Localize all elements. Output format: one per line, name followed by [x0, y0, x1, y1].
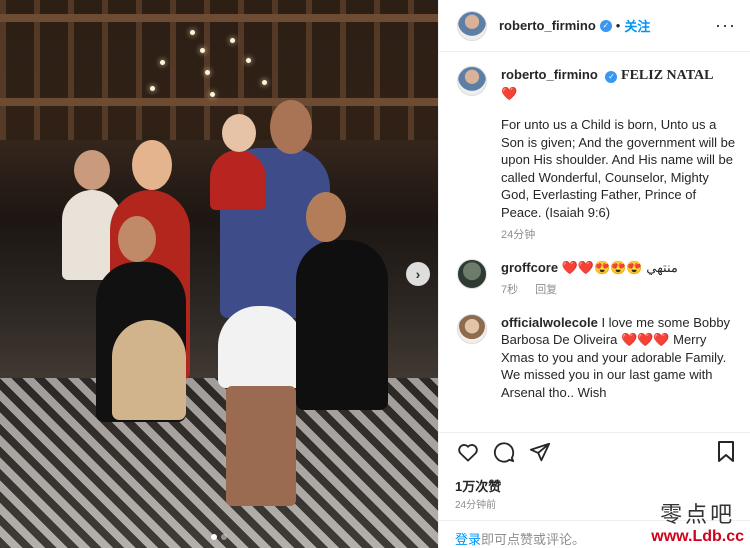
comment-list[interactable]: roberto_firmino ✓ FELIZ NATAL ❤️ For unt… [439, 52, 750, 432]
post-header: roberto_firmino ✓ • 关注 ··· [439, 0, 750, 52]
carousel-dot [221, 534, 227, 540]
login-link[interactable]: 登录 [455, 532, 481, 547]
chevron-right-icon: › [415, 266, 421, 282]
post-time: 24分钟前 [455, 500, 497, 511]
post-sidebar: roberto_firmino ✓ • 关注 ··· roberto_firmi… [438, 0, 750, 548]
likes-count[interactable]: 1万次赞 [455, 476, 501, 495]
caption-username[interactable]: roberto_firmino [501, 67, 598, 82]
photo-person [210, 150, 266, 210]
caption-text: For unto us a Child is born, Unto us a S… [501, 117, 736, 220]
photo-light [210, 92, 215, 97]
caption-title: FELIZ NATAL [621, 68, 714, 83]
photo-light [246, 58, 251, 63]
photo-person-head [222, 114, 256, 152]
heart-outline-icon[interactable] [455, 439, 481, 465]
carousel-dot [211, 534, 217, 540]
bookmark-icon[interactable] [713, 439, 739, 465]
comment-row: groffcore ❤️❤️😍😍😍 منتهي 7秒 回复 [457, 258, 737, 300]
photo-beam [0, 98, 438, 106]
photo-light [150, 86, 155, 91]
carousel-dots [0, 534, 438, 540]
caption-time: 24分钟 [501, 229, 536, 241]
commenter-avatar[interactable] [457, 258, 487, 289]
photo-person [112, 320, 186, 420]
photo-person [226, 386, 296, 506]
watermark-url: www.Ldb.cc [651, 528, 744, 545]
comment-time: 7秒 [501, 284, 519, 296]
author-avatar[interactable] [457, 10, 487, 41]
photo-person-head [118, 216, 156, 262]
photo-light [262, 80, 267, 85]
carousel-next-button[interactable]: › [406, 262, 430, 286]
follow-button[interactable]: 关注 [624, 16, 650, 35]
photo-person-head [306, 192, 346, 242]
caption-row: roberto_firmino ✓ FELIZ NATAL ❤️ For unt… [457, 66, 737, 245]
photo-person-head [132, 140, 172, 190]
photo-light [205, 70, 210, 75]
commenter-username[interactable]: groffcore [501, 260, 558, 275]
commenter-username[interactable]: officialwolecole [501, 315, 598, 330]
photo-person [218, 306, 304, 388]
photo-light [190, 30, 195, 35]
photo-light [200, 48, 205, 53]
comment-row: officialwolecole I love me some Bobby Ba… [457, 313, 737, 402]
header-separator: • [615, 18, 621, 33]
action-bar [439, 432, 750, 470]
photo-light [230, 38, 235, 43]
site-watermark: 零点吧 www.Ldb.cc [651, 504, 744, 546]
photo-person-head [270, 100, 312, 154]
paper-plane-icon[interactable] [527, 439, 553, 465]
more-horizontal-icon[interactable]: ··· [715, 15, 736, 36]
login-prompt-text: 即可点赞或评论。 [481, 532, 586, 547]
commenter-avatar[interactable] [457, 313, 487, 344]
photo-light [160, 60, 165, 65]
photo-person [296, 240, 388, 410]
verified-badge-icon: ✓ [605, 70, 618, 83]
photo-beam [0, 14, 438, 22]
comment-text: ❤️❤️😍😍😍 منتهي [561, 259, 678, 275]
author-avatar[interactable] [457, 66, 487, 96]
photo-person-head [74, 150, 110, 190]
author-username[interactable]: roberto_firmino [499, 18, 596, 33]
reply-button[interactable]: 回复 [535, 284, 557, 296]
post-photo[interactable]: › [0, 0, 438, 548]
watermark-chinese: 零点吧 [660, 503, 736, 528]
comment-bubble-icon[interactable] [491, 439, 517, 465]
caption-heart: ❤️ [501, 85, 518, 101]
verified-badge-icon: ✓ [599, 19, 612, 32]
